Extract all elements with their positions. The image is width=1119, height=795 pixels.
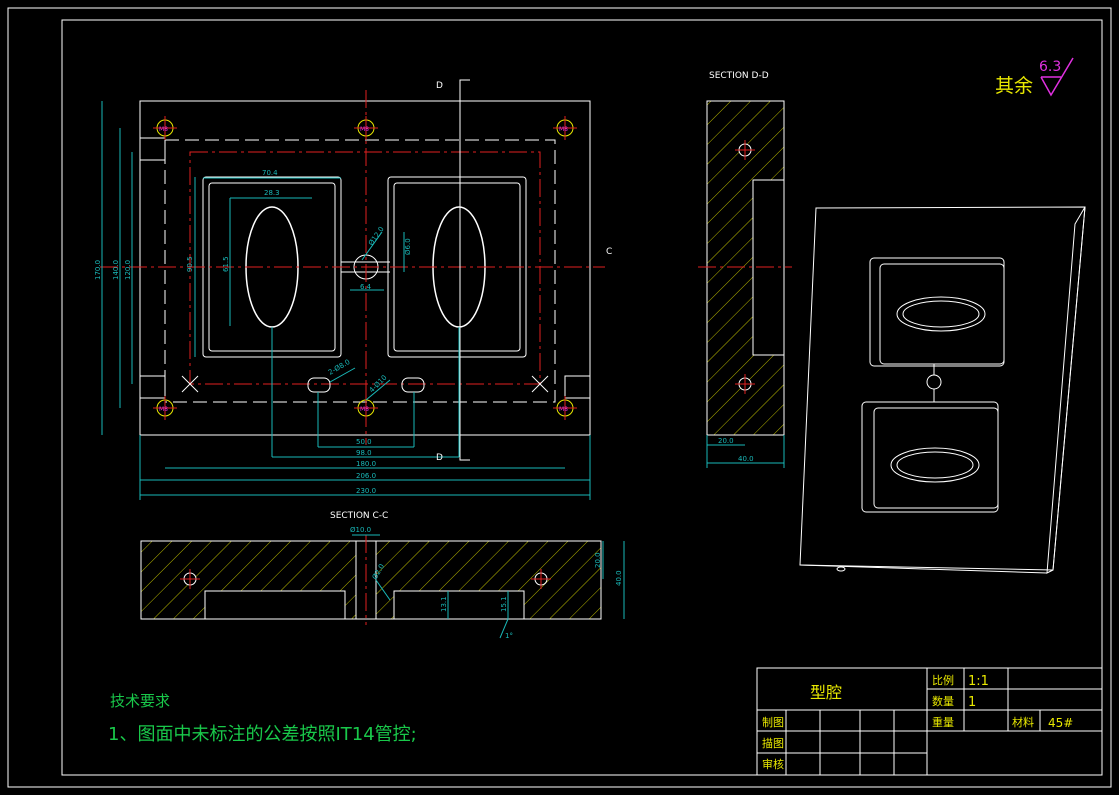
dim-98: 98.0 <box>356 449 372 457</box>
qty-label: 数量 <box>932 695 954 708</box>
hole-mark-1: M8 <box>159 126 168 133</box>
material-label: 材料 <box>1012 715 1034 729</box>
section-mark-d-bottom: D <box>436 453 443 463</box>
dim-61-5: 61.5 <box>222 256 230 272</box>
front-view: M8 M8 M8 M8 M8 M8 70.4 28.3 61.5 90.5 17… <box>94 79 612 500</box>
dim-120: 120.0 <box>124 260 132 280</box>
dim-70-4: 70.4 <box>262 169 278 177</box>
section-dd-title: SECTION D-D <box>709 71 769 81</box>
scale-value: 1:1 <box>968 674 989 689</box>
dim-180: 180.0 <box>356 460 376 468</box>
dim-140: 140.0 <box>112 260 120 280</box>
dim-d12: Ø12.0 <box>367 225 386 247</box>
cc-dim-d10: Ø10.0 <box>350 526 371 534</box>
surface-finish-symbol: 其余 6.3 <box>995 57 1074 97</box>
notes-heading: 技术要求 <box>110 692 170 710</box>
dim-50: 50.0 <box>356 438 372 446</box>
check-label: 描图 <box>762 736 784 750</box>
part-name: 型腔 <box>810 683 842 702</box>
dd-dim-20: 20.0 <box>718 437 734 445</box>
cc-dim-13: 13.1 <box>440 596 448 612</box>
finish-value: 6.3 <box>1039 59 1061 75</box>
weight-label: 重量 <box>932 715 954 729</box>
material-value: 45# <box>1048 716 1073 730</box>
dim-2-holes: 2-Ø8.0 <box>327 358 351 377</box>
cad-drawing: M8 M8 M8 M8 M8 M8 70.4 28.3 61.5 90.5 17… <box>7 7 1112 788</box>
drawn-label: 制图 <box>762 716 784 729</box>
section-dd-view: SECTION D-D 20.0 40.0 <box>698 71 792 468</box>
review-label: 审核 <box>762 757 784 771</box>
section-mark-d-top: D <box>436 81 443 91</box>
notes-item-1: 1、图面中未标注的公差按照IT14管控; <box>108 724 417 745</box>
section-mark-c: C <box>606 247 612 257</box>
dim-170: 170.0 <box>94 260 102 280</box>
cc-dim-20: 20.0 <box>594 552 602 568</box>
isometric-view <box>799 206 1086 574</box>
qty-value: 1 <box>968 695 976 710</box>
dim-206: 206.0 <box>356 472 376 480</box>
hole-mark-5: M8 <box>360 406 369 413</box>
dim-90-5: 90.5 <box>186 256 194 272</box>
cc-dim-angle: 1° <box>505 632 513 640</box>
outer-border <box>7 7 1112 788</box>
section-cc-view: SECTION C-C Ø10.0 20.0 40.0 13.1 15.1 1°… <box>140 511 625 640</box>
cc-dim-40: 40.0 <box>615 570 623 586</box>
dim-28-3: 28.3 <box>264 189 280 197</box>
cc-dim-15: 15.1 <box>500 596 508 612</box>
section-cc-title: SECTION C-C <box>330 511 388 521</box>
dim-230: 230.0 <box>356 487 376 495</box>
dim-d6: Ø6.0 <box>404 238 412 255</box>
dd-dim-40: 40.0 <box>738 455 754 463</box>
hole-mark-2: M8 <box>360 126 369 133</box>
hole-mark-6: M8 <box>559 406 568 413</box>
dim-6-4: 6.4 <box>360 283 372 291</box>
hole-mark-4: M8 <box>159 406 168 413</box>
scale-label: 比例 <box>932 673 954 687</box>
hole-mark-3: M8 <box>559 126 568 133</box>
finish-prefix: 其余 <box>995 75 1033 97</box>
